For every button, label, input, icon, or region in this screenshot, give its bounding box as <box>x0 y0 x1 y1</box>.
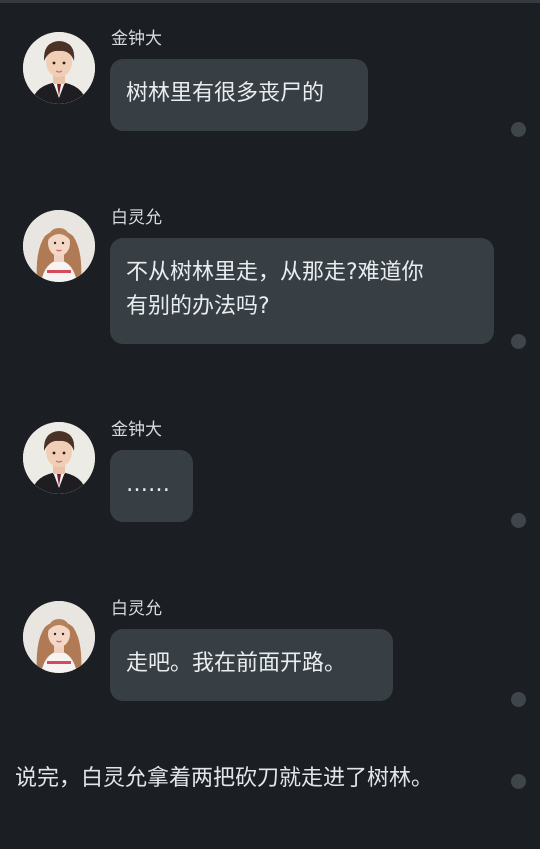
message-text: 走吧。我在前面开路。 <box>126 651 347 676</box>
read-indicator-dot <box>511 334 526 349</box>
male-avatar-icon[interactable] <box>23 32 95 104</box>
female-avatar-icon[interactable] <box>23 210 95 282</box>
message-bubble[interactable]: …… <box>110 450 193 522</box>
sender-name: 白灵允 <box>111 208 162 228</box>
read-indicator-dot <box>511 122 526 137</box>
read-indicator-dot <box>511 774 526 789</box>
sender-name: 金钟大 <box>111 420 162 440</box>
message-text-line: 有别的办法吗? <box>126 294 270 319</box>
sender-name: 金钟大 <box>111 29 162 49</box>
male-avatar-icon[interactable] <box>23 422 95 494</box>
read-indicator-dot <box>511 692 526 707</box>
message-text: …… <box>126 472 170 497</box>
female-avatar-icon[interactable] <box>23 601 95 673</box>
message-text: 树林里有很多丧尸的 <box>126 81 325 106</box>
narration-text: 说完，白灵允拿着两把砍刀就走进了树林。 <box>15 766 434 791</box>
message-bubble[interactable]: 树林里有很多丧尸的 <box>110 59 368 131</box>
sender-name: 白灵允 <box>111 599 162 619</box>
message-bubble[interactable]: 不从树林里走，从那走?难道你 有别的办法吗? <box>110 238 494 344</box>
message-bubble[interactable]: 走吧。我在前面开路。 <box>110 629 393 701</box>
message-text-line: 不从树林里走，从那走?难道你 <box>126 260 424 285</box>
top-divider <box>0 0 540 3</box>
read-indicator-dot <box>511 513 526 528</box>
